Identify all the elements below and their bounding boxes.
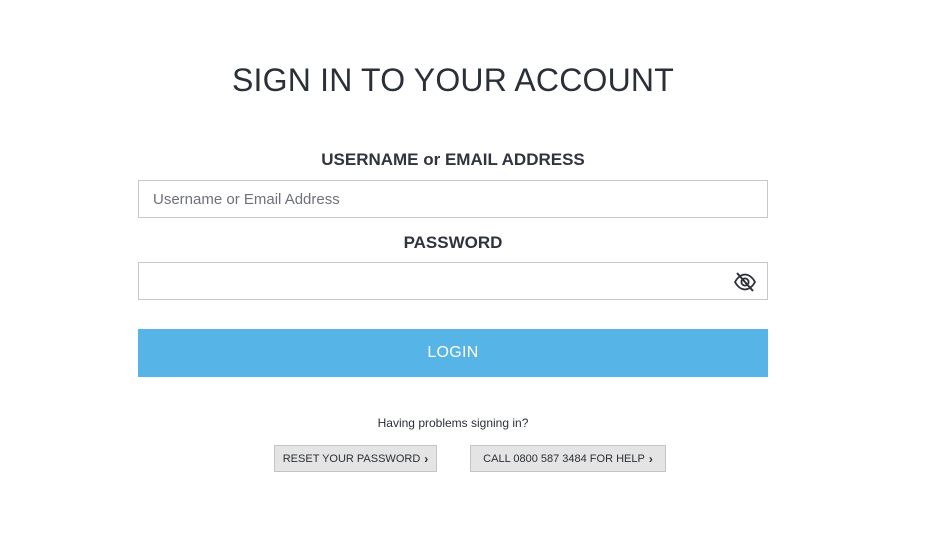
call-help-label: CALL 0800 587 3484 FOR HELP (483, 452, 645, 465)
reset-password-label: RESET YOUR PASSWORD (282, 452, 421, 465)
chevron-right-icon: › (424, 451, 429, 466)
username-input[interactable] (139, 181, 767, 217)
username-label: USERNAME or EMAIL ADDRESS (321, 150, 585, 169)
call-help-button[interactable]: CALL 0800 587 3484 FOR HELP › (470, 445, 666, 472)
help-prompt: Having problems signing in? (377, 416, 529, 430)
password-field-wrapper (138, 262, 768, 300)
reset-password-button[interactable]: RESET YOUR PASSWORD › (274, 445, 437, 472)
login-button[interactable]: LOGIN (138, 329, 768, 377)
username-field-wrapper (138, 180, 768, 218)
page-title: SIGN IN TO YOUR ACCOUNT (231, 62, 674, 98)
eye-slash-icon[interactable] (733, 271, 757, 293)
password-input[interactable] (139, 263, 767, 299)
password-label: PASSWORD (403, 233, 503, 252)
chevron-right-icon: › (648, 451, 653, 466)
